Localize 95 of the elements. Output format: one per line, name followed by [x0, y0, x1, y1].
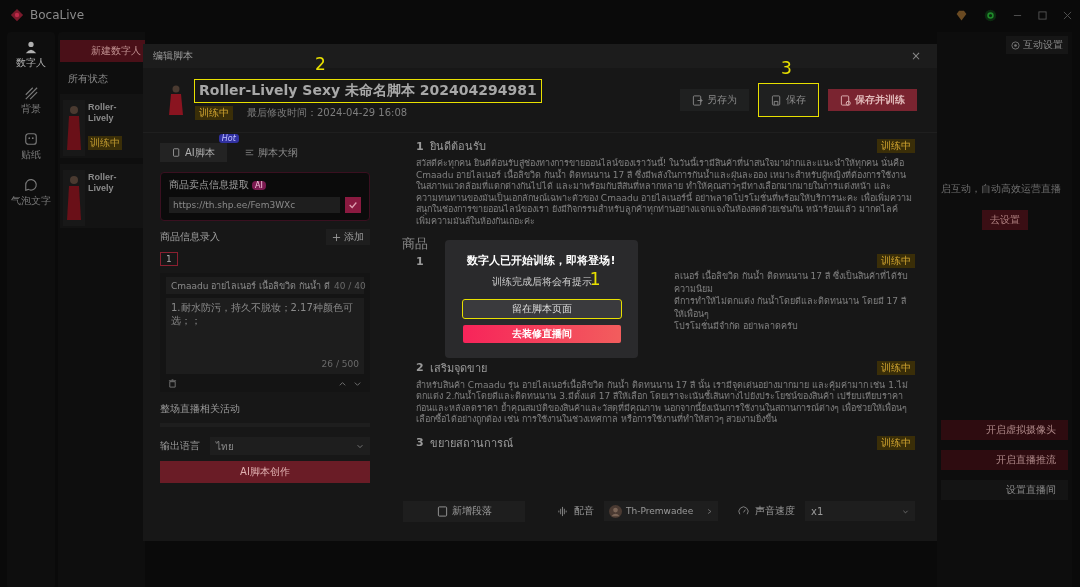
toolbar-button[interactable]: 另存为 [680, 89, 749, 111]
section-number: 1 [416, 254, 424, 268]
section-heading: ยินดีต้อนรับ [429, 139, 486, 155]
dialog-subtitle: 训练完成后将会有提示 [491, 276, 592, 289]
status-badge: 训练中 [877, 139, 915, 153]
nav-item[interactable]: 背景 [21, 86, 41, 116]
dialog-title: 编辑脚本 [153, 49, 193, 63]
avatar-card[interactable]: Roller-Lively [60, 164, 145, 228]
section-number: 3 [416, 436, 424, 449]
logo-icon [10, 8, 24, 22]
target-icon [1011, 40, 1020, 50]
action-button[interactable]: 设置直播间 [941, 480, 1068, 500]
trash-icon[interactable] [168, 379, 177, 388]
action-button[interactable]: 开启虚拟摄像头 [941, 420, 1068, 440]
dialog-button[interactable]: 留在脚本页面 [462, 300, 621, 318]
avatar-icon [609, 504, 622, 518]
save-icon [771, 94, 782, 106]
status-badge: 训练中 [88, 136, 122, 150]
nav-item[interactable]: 数字人 [16, 40, 46, 70]
hint-text: 启互动，自动高效运营直播 [941, 182, 1061, 196]
language-select[interactable]: ไทย [210, 437, 370, 455]
callout-number: 3 [781, 58, 792, 78]
group-heading: 商品 [402, 235, 428, 252]
modified-time: 最后修改时间：2024-04-29 16:08 [247, 106, 408, 120]
app-name: BocaLive [30, 8, 85, 22]
voice-select[interactable]: Th-Premwadee [604, 501, 718, 521]
status-badge: 训练中 [877, 435, 915, 450]
status-filter[interactable]: 所有状态 [60, 68, 145, 88]
sticker-icon [24, 132, 38, 146]
card-title: Roller-Lively [88, 172, 118, 194]
chevron-right-icon [706, 507, 713, 515]
avatar-card[interactable]: Roller-Lively 训练中 [60, 94, 145, 158]
item-index-tab[interactable]: 1 [160, 252, 178, 266]
close-button[interactable]: × [904, 48, 927, 64]
tab[interactable]: AI脚本 [160, 143, 227, 162]
status-badge: 训练中 [877, 254, 915, 268]
card-title: Roller-Lively [88, 102, 118, 124]
dialog-button[interactable]: 去装修直播间 [462, 325, 621, 343]
tab[interactable]: 脚本大纲 [232, 143, 310, 162]
document-icon [172, 148, 181, 157]
hot-badge: Hot [218, 134, 239, 143]
chevron-down-icon [356, 442, 364, 450]
section-heading: ขยายสถานการณ์ [429, 435, 513, 452]
list-icon [244, 148, 254, 157]
section-number: 1 [416, 139, 424, 153]
status-badge: 训练中 [877, 360, 915, 375]
action-button[interactable]: 开启直播推流 [941, 450, 1068, 470]
document-icon [436, 505, 448, 517]
add-button[interactable]: 添加 [326, 229, 370, 245]
url-field[interactable]: https://th.shp.ee/Fem3WXc [169, 197, 340, 213]
section-title: 整场直播相关活动 [160, 402, 241, 416]
ai-badge: AI [252, 180, 266, 190]
toolbar-button[interactable]: 保存 [759, 84, 818, 116]
chevron-up-icon[interactable] [338, 379, 347, 388]
nav-item[interactable]: 气泡文字 [11, 178, 51, 208]
export-icon [692, 94, 703, 106]
maximize-icon[interactable] [1038, 10, 1047, 20]
person-icon [24, 40, 38, 54]
dialog-title: 数字人已开始训练，即将登场! [467, 253, 616, 268]
document-icon [840, 94, 851, 106]
toolbar-button[interactable]: 保存并训练 [828, 89, 917, 111]
speed-label: 声音速度 [755, 504, 795, 518]
product-name-field[interactable]: Cmaadu อายไลเนอร์ เนื้อลิขวิด กันน้ำ ดี 40 / 40 [166, 277, 364, 294]
section-number: 2 [416, 361, 424, 374]
section-title: 商品信息录入 [160, 230, 220, 244]
waveform-icon [557, 505, 568, 517]
chevron-down-icon[interactable] [353, 379, 362, 388]
plus-icon [332, 232, 341, 242]
new-avatar-button[interactable]: 新建数字人 [60, 40, 145, 62]
language-label: 输出语言 [160, 439, 200, 453]
script-paragraph: สำหรับสินค้า Cmaadu รุ่น อายไลเนอร์เนื้อลิขวิด กันน้ำ ติดทนนาน 17 สี นั้น เรามีจุดเด่นอย่างมากมาย และคุ้มค่ามาก เช่น 1.ไม่ตกแต่ง 2.กันน้ำโดยดีและติดทนนาน 3.มีตั้งแต่ 17 สีให้เลือก โดยเราจะเน้นชี้เส้นทางไปยังประโยชน์ของสินค้า เปรียบเทียบราคาก่อนและหลังลดราคา ย้ำคุณสมบัติของสินค้าและวัสดุที่มีคุณภาพ นอกจากนี้ยังเน้นการใช้งานในสถานการณ์ต่างๆ เพื่อช่วยให้เพื่อนๆ เลือกซื้อได้อย่างถูกต้อง เช่น การใช้งานในช่วงเทศกาล หรือการใช้งานที่ทำให้สาวๆ สวยงามยิ่งขึ้น [416, 379, 909, 426]
section-title: 商品卖点信息提取 [169, 178, 249, 192]
add-paragraph-button[interactable]: 新增段落 [403, 500, 525, 522]
chat-bubble-icon [24, 178, 38, 192]
generate-script-button[interactable]: AI脚本创作 [160, 461, 370, 483]
callout-number: 2 [315, 54, 326, 74]
close-icon[interactable] [1063, 10, 1072, 20]
check-icon [348, 200, 358, 210]
stripes-icon [24, 86, 38, 100]
confirm-button[interactable] [345, 197, 361, 213]
paragraph-line: ลเนอร์ เนื้อลิขวิด กันน้ำ ติดทนนาน 17 สี ซึ่งเป็นสินค้าที่ได้รับความนิยม [674, 271, 908, 294]
product-details-field[interactable]: 1.耐水防污，持久不脱妆；2.17种颜色可选；； 26 / 500 [166, 298, 364, 374]
setup-button[interactable]: 去设置 [981, 210, 1028, 230]
status-badge: 训练中 [195, 106, 233, 120]
speedometer-icon [738, 505, 749, 517]
script-paragraph: สวัสดีค่ะทุกคน ยินดีต้อนรับสู่ช่องทางการขายออนไลน์ของเราวันนี้! ในวันนี้เรามีสินค้าที่น่าสนใจมาฝากและแนะนำให้ทุกคน นั่นคือ Cmaadu อายไลเนอร์ เนื้อลิขวิด กันน้ำ ติดทนนาน 17 สี ซึ่งมีพลังในการกันน้ำและฝุ่นละออง เหมาะสำหรับผู้หญิงที่ต้องการใช้งานในสภาพแวดล้อมที่แตกต่างกันไปได้ และมาพร้อมกับสีสันที่หลากหลาย ทำให้คุณสาวๆมีทางเลือกมากมายในการแต่งหน้า และ ความทนทานของมันเป็นเอกลักษณ์เฉพาะตัวของ Cmaadu อายไลเนอร์นี้ อย่าพลาดโปรโมชั่นที่พร้อมให้บริการนะคะ เพื่อเพิ่มความสนุกในช่องการขายออนไลน์ของเรา ยังมีกิจกรรมสำหรับลูกค้าทุกท่านอย่างแจกแจงในห้องสดด้วยเช่นกัน หน้าร้อนแล้ว มากดไลค์ เพิ่มความมันส์ในห้องกันเถอะค่ะ [416, 158, 913, 227]
interaction-settings-button[interactable]: 互动设置 [1006, 36, 1068, 54]
section-heading: เสริมจุดขาย [429, 360, 487, 377]
speed-select[interactable]: x1 [805, 501, 915, 521]
paragraph-line: ดีการทำให้ไม่ตกแต่ง กันน้ำโดยดีและติดทนนาน โดยมี 17 สีให้เพื่อนๆ [674, 296, 906, 319]
voice-label: 配音 [574, 504, 594, 518]
refresh-icon[interactable] [984, 8, 997, 22]
nav-item[interactable]: 贴纸 [21, 132, 41, 162]
script-title: Roller-Lively Sexy 未命名脚本 202404294981 [195, 80, 541, 102]
diamond-icon[interactable] [955, 8, 968, 22]
